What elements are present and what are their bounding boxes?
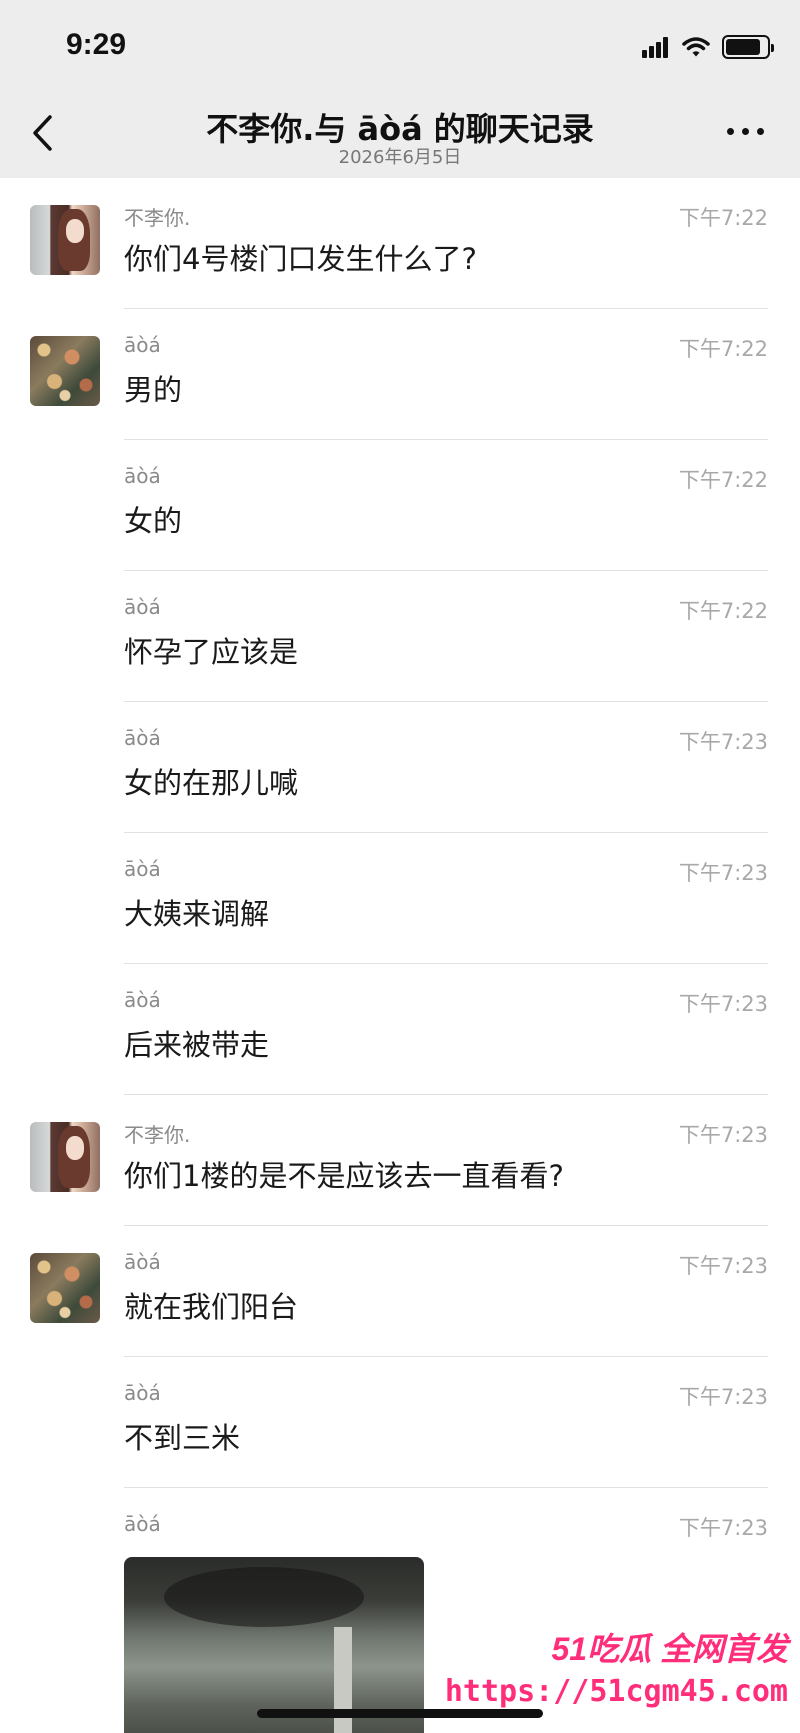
message-row[interactable]: 不李你. 下午7:23 你们1楼的是不是应该去一直看看? [0,1095,800,1226]
more-button[interactable] [727,128,764,135]
message-text: 女的在那儿喊 [124,766,299,800]
sender-name: āòá [124,1381,161,1405]
message-time: 下午7:23 [678,730,768,754]
avatar[interactable] [30,336,100,406]
message-text: 女的 [124,504,183,538]
sender-name: 不李你. [124,206,191,230]
message-row[interactable]: āòá 下午7:23 女的在那儿喊 [0,702,800,833]
message-text: 怀孕了应该是 [124,635,299,669]
message-text: 你们4号楼门口发生什么了? [124,242,477,276]
message-time: 下午7:23 [678,1254,768,1278]
message-time: 下午7:23 [678,1385,768,1409]
message-row[interactable]: 不李你. 下午7:22 你们4号楼门口发生什么了? [0,178,800,309]
avatar[interactable] [30,1253,100,1323]
message-time: 下午7:23 [678,1516,768,1540]
message-time: 下午7:23 [678,861,768,885]
message-row[interactable]: āòá 下午7:23 不到三米 [0,1357,800,1488]
sender-name: āòá [124,595,161,619]
message-row[interactable]: āòá 下午7:23 后来被带走 [0,964,800,1095]
message-time: 下午7:22 [678,468,768,492]
status-icons [642,34,774,60]
sender-name: āòá [124,1512,161,1536]
message-time: 下午7:22 [678,337,768,361]
watermark-url: https://51cgm45.com [444,1674,788,1709]
message-time: 下午7:22 [678,599,768,623]
message-text: 后来被带走 [124,1028,270,1062]
watermark: 51吃瓜 全网首发 https://51cgm45.com [445,1624,788,1709]
message-image[interactable] [124,1557,424,1733]
sender-name: āòá [124,333,161,357]
sender-name: 不李你. [124,1123,191,1147]
message-text: 男的 [124,373,183,407]
sender-name: āòá [124,726,161,750]
more-icon [727,128,734,135]
wifi-icon [682,37,710,57]
message-row[interactable]: āòá 下午7:22 男的 [0,309,800,440]
message-row[interactable]: āòá 下午7:22 怀孕了应该是 [0,571,800,702]
message-row[interactable]: āòá 下午7:23 大姨来调解 [0,833,800,964]
message-time: 下午7:23 [678,1123,768,1147]
home-indicator [257,1709,543,1718]
top-bar: 9:29 不李你.与 āòá 的聊天记录 2026年6月5日 [0,0,800,178]
signal-icon [642,36,670,58]
watermark-brand: 51吃瓜 全网首发 [551,1631,789,1667]
avatar[interactable] [30,1122,100,1192]
battery-icon [722,35,774,59]
message-row[interactable]: āòá 下午7:22 女的 [0,440,800,571]
message-row[interactable]: āòá 下午7:23 就在我们阳台 [0,1226,800,1357]
message-text: 大姨来调解 [124,897,270,931]
sender-name: āòá [124,464,161,488]
message-time: 下午7:22 [678,206,768,230]
message-text: 不到三米 [124,1421,241,1455]
page-subtitle: 2026年6月5日 [338,147,462,168]
sender-name: āòá [124,857,161,881]
avatar[interactable] [30,205,100,275]
message-time: 下午7:23 [678,992,768,1016]
sender-name: āòá [124,1250,161,1274]
message-text: 你们1楼的是不是应该去一直看看? [124,1159,564,1193]
status-time: 9:29 [66,28,127,61]
message-text: 就在我们阳台 [124,1290,299,1324]
sender-name: āòá [124,988,161,1012]
